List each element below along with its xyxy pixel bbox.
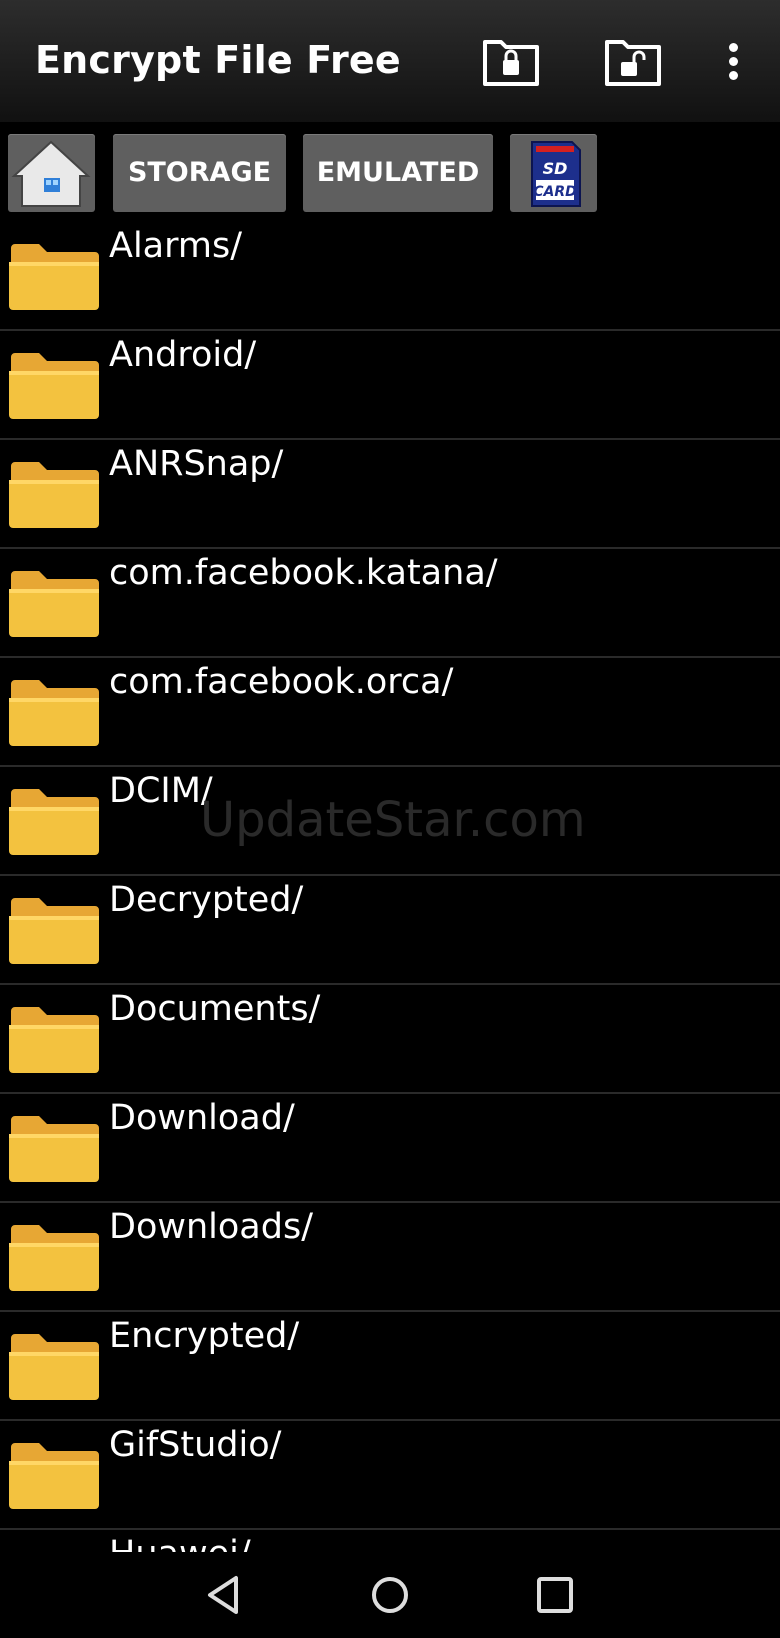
- decrypt-folder-icon[interactable]: [603, 36, 663, 88]
- file-name: Download/: [109, 1098, 295, 1138]
- file-list-item[interactable]: Downloads/: [0, 1203, 780, 1312]
- file-name: com.facebook.orca/: [109, 662, 454, 702]
- svg-text:SD: SD: [543, 159, 568, 178]
- app-bar: Encrypt File Free: [0, 0, 780, 122]
- sd-card-button[interactable]: SD CARD: [510, 134, 597, 212]
- recents-icon[interactable]: [530, 1570, 580, 1620]
- file-name: ANRSnap/: [109, 444, 284, 484]
- file-list: Alarms/Android/ANRSnap/com.facebook.kata…: [0, 222, 780, 1552]
- file-list-item[interactable]: Download/: [0, 1094, 780, 1203]
- folder-icon: [9, 571, 99, 637]
- emulated-button[interactable]: EMULATED: [303, 134, 493, 212]
- svg-text:CARD: CARD: [533, 184, 577, 200]
- file-list-item[interactable]: Android/: [0, 331, 780, 440]
- file-list-item[interactable]: ANRSnap/: [0, 440, 780, 549]
- file-name: Decrypted/: [109, 880, 304, 920]
- file-name: Huawei/: [109, 1534, 251, 1552]
- overflow-menu-icon[interactable]: [716, 38, 750, 88]
- file-name: Documents/: [109, 989, 321, 1029]
- app-title: Encrypt File Free: [35, 38, 401, 82]
- file-list-item[interactable]: Documents/: [0, 985, 780, 1094]
- encrypt-folder-icon[interactable]: [481, 36, 541, 88]
- folder-icon: [9, 1007, 99, 1073]
- folder-icon: [9, 898, 99, 964]
- folder-icon: [9, 1334, 99, 1400]
- file-name: Android/: [109, 335, 257, 375]
- folder-icon: [9, 1225, 99, 1291]
- file-list-item[interactable]: Alarms/: [0, 222, 780, 331]
- file-list-item[interactable]: Decrypted/: [0, 876, 780, 985]
- file-name: Alarms/: [109, 226, 243, 266]
- file-list-item[interactable]: GifStudio/: [0, 1421, 780, 1530]
- back-icon[interactable]: [200, 1570, 250, 1620]
- home-circle-icon[interactable]: [365, 1570, 415, 1620]
- folder-icon: [9, 462, 99, 528]
- file-name: com.facebook.katana/: [109, 553, 498, 593]
- file-list-item[interactable]: com.facebook.katana/: [0, 549, 780, 658]
- folder-icon: [9, 1116, 99, 1182]
- watermark: UpdateStar.com: [200, 792, 586, 848]
- file-list-item[interactable]: Encrypted/: [0, 1312, 780, 1421]
- home-button[interactable]: [8, 134, 95, 212]
- folder-icon: [9, 680, 99, 746]
- system-nav-bar: [0, 1552, 780, 1638]
- folder-icon: [9, 353, 99, 419]
- file-name: Downloads/: [109, 1207, 314, 1247]
- sd-card-icon: SD CARD: [531, 141, 581, 207]
- storage-button[interactable]: STORAGE: [113, 134, 286, 212]
- file-list-item[interactable]: com.facebook.orca/: [0, 658, 780, 767]
- file-name: DCIM/: [109, 771, 213, 811]
- folder-icon: [9, 244, 99, 310]
- folder-icon: [9, 789, 99, 855]
- folder-icon: [9, 1443, 99, 1509]
- location-toolbar: STORAGE EMULATED SD CARD: [0, 122, 780, 222]
- home-icon: [11, 140, 91, 207]
- file-name: Encrypted/: [109, 1316, 300, 1356]
- file-name: GifStudio/: [109, 1425, 282, 1465]
- file-list-item[interactable]: Huawei/: [0, 1530, 780, 1552]
